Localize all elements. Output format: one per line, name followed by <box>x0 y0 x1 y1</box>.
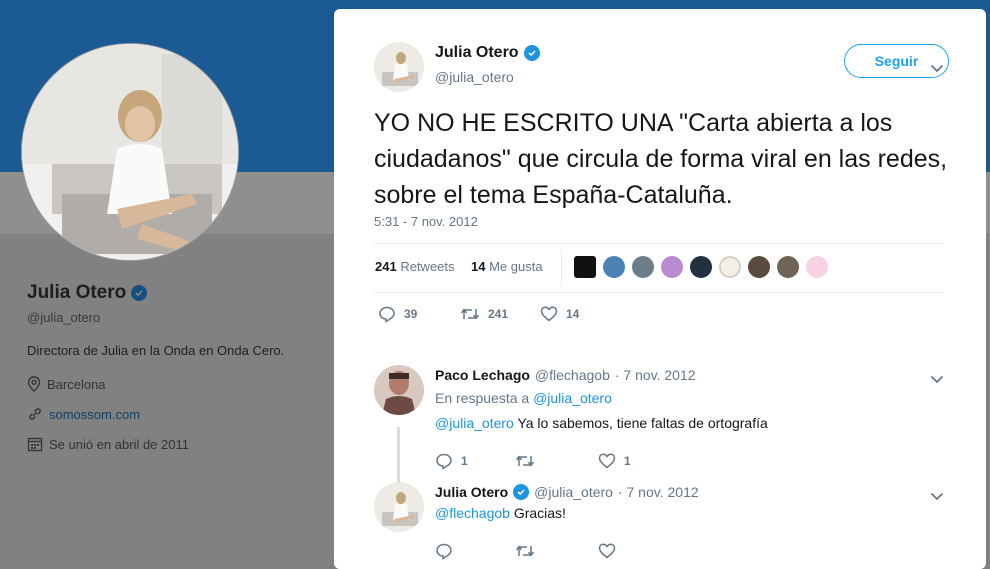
verified-badge-icon <box>131 285 148 301</box>
tweet-author-name-row: Julia Otero <box>435 44 540 62</box>
chevron-down-icon[interactable] <box>930 492 944 501</box>
profile-name[interactable]: Julia Otero <box>27 282 126 304</box>
in-reply-handle-link[interactable]: @julia_otero <box>533 390 612 406</box>
reply-date[interactable]: · 7 nov. 2012 <box>618 484 699 500</box>
tweet-author-avatar-photo <box>374 42 424 92</box>
verified-badge-icon <box>513 484 530 500</box>
reply-icon <box>436 543 452 560</box>
profile-name-row: Julia Otero <box>27 282 327 304</box>
thread-connector <box>397 427 400 489</box>
reply-mention-link[interactable]: @julia_otero <box>435 415 514 431</box>
reply-count: 1 <box>461 454 468 468</box>
profile-avatar[interactable] <box>22 44 238 260</box>
profile-bio: Directora de Julia en la Onda en Onda Ce… <box>27 343 285 358</box>
profile-card: Julia Otero @julia_otero Directora de Ju… <box>27 282 327 452</box>
likes-label: Me gusta <box>489 259 543 274</box>
reply-action[interactable] <box>435 542 461 560</box>
liker-avatar[interactable] <box>632 256 654 278</box>
verified-badge-icon <box>523 45 540 61</box>
liker-avatar[interactable] <box>574 256 596 278</box>
reply-author-handle[interactable]: @julia_otero <box>534 484 613 500</box>
reply-author-name[interactable]: Paco Lechago <box>435 367 530 383</box>
reply-author-avatar[interactable] <box>374 365 424 415</box>
reply-date[interactable]: · 7 nov. 2012 <box>615 367 696 383</box>
tweet-author-name[interactable]: Julia Otero <box>435 44 519 62</box>
reply-author-handle[interactable]: @flechagob <box>535 367 610 383</box>
retweet-action[interactable] <box>515 452 543 470</box>
liker-avatar[interactable] <box>603 256 625 278</box>
liker-avatar[interactable] <box>748 256 770 278</box>
in-reply-to: En respuesta a @julia_otero <box>435 390 612 406</box>
like-icon <box>598 543 616 559</box>
likes-count: 14 <box>471 259 486 274</box>
like-action[interactable] <box>598 542 624 560</box>
location-pin-icon <box>27 376 41 392</box>
stats-divider <box>561 250 562 286</box>
liker-avatar[interactable] <box>806 256 828 278</box>
tweet-modal: Julia Otero @julia_otero Seguir YO NO HE… <box>334 9 986 569</box>
profile-location: Barcelona <box>27 376 327 392</box>
retweet-icon <box>460 308 480 320</box>
profile-joined-text: Se unió en abril de 2011 <box>49 436 189 452</box>
reply-author-avatar-photo <box>374 482 424 532</box>
reply-text: @julia_otero Ya lo sabemos, tiene faltas… <box>435 415 768 431</box>
like-action[interactable]: 14 <box>540 305 579 323</box>
tweet-text: YO NO HE ESCRITO UNA "Carta abierta a lo… <box>374 109 948 209</box>
retweet-action[interactable] <box>515 542 543 560</box>
profile-avatar-photo <box>22 44 238 260</box>
calendar-icon <box>27 437 43 452</box>
retweets-label: Retweets <box>400 259 455 274</box>
in-reply-prefix: En respuesta a <box>435 390 530 406</box>
profile-website[interactable]: somossom.com <box>27 406 327 422</box>
profile-handle: @julia_otero <box>27 310 101 325</box>
chevron-down-icon[interactable] <box>930 64 944 73</box>
reply-count: 39 <box>404 307 418 321</box>
tweet-header: Julia Otero @julia_otero Seguir <box>374 42 949 92</box>
like-count: 1 <box>624 454 631 468</box>
retweet-action[interactable]: 241 <box>460 305 508 323</box>
likes-stat[interactable]: 14 Me gusta <box>471 259 543 274</box>
like-icon <box>540 306 558 322</box>
profile-website-link[interactable]: somossom.com <box>49 407 140 422</box>
retweets-stat[interactable]: 241 Retweets <box>375 259 455 274</box>
chevron-down-icon[interactable] <box>930 375 944 384</box>
reply-meta: Paco Lechago @flechagob · 7 nov. 2012 <box>435 367 696 383</box>
tweet-timestamp[interactable]: 5:31 - 7 nov. 2012 <box>374 214 478 229</box>
liker-avatar[interactable] <box>690 256 712 278</box>
retweets-count: 241 <box>375 259 397 274</box>
retweet-icon <box>515 545 535 557</box>
reply-mention-link[interactable]: @flechagob <box>435 505 510 521</box>
reply-text-content: Ya lo sabemos, tiene faltas de ortografí… <box>513 415 768 431</box>
reply-icon <box>379 306 395 323</box>
like-icon <box>598 453 616 469</box>
liker-avatar[interactable] <box>719 256 741 278</box>
profile-joined: Se unió en abril de 2011 <box>27 436 327 452</box>
reply-text: @flechagob Gracias! <box>435 505 566 521</box>
reply-action[interactable]: 1 <box>435 452 468 470</box>
tweet-stats-bar: 241 Retweets 14 Me gusta <box>374 243 944 293</box>
tweet-author-avatar[interactable] <box>374 42 424 92</box>
reply-author-avatar[interactable] <box>374 482 424 532</box>
like-action[interactable]: 1 <box>598 452 631 470</box>
tweet-author-handle[interactable]: @julia_otero <box>435 69 514 85</box>
link-icon <box>29 408 41 420</box>
reply-icon <box>436 453 452 470</box>
profile-location-text: Barcelona <box>47 376 106 392</box>
reply-action[interactable]: 39 <box>378 305 417 323</box>
reply-text-content: Gracias! <box>509 505 566 521</box>
liker-avatar[interactable] <box>777 256 799 278</box>
reply-author-avatar-photo <box>374 365 424 415</box>
liker-avatar[interactable] <box>661 256 683 278</box>
like-count: 14 <box>566 307 580 321</box>
reply-author-name[interactable]: Julia Otero <box>435 484 508 500</box>
reply-meta: Julia Otero @julia_otero · 7 nov. 2012 <box>435 484 699 500</box>
retweet-count: 241 <box>488 307 509 321</box>
retweet-icon <box>515 455 535 467</box>
